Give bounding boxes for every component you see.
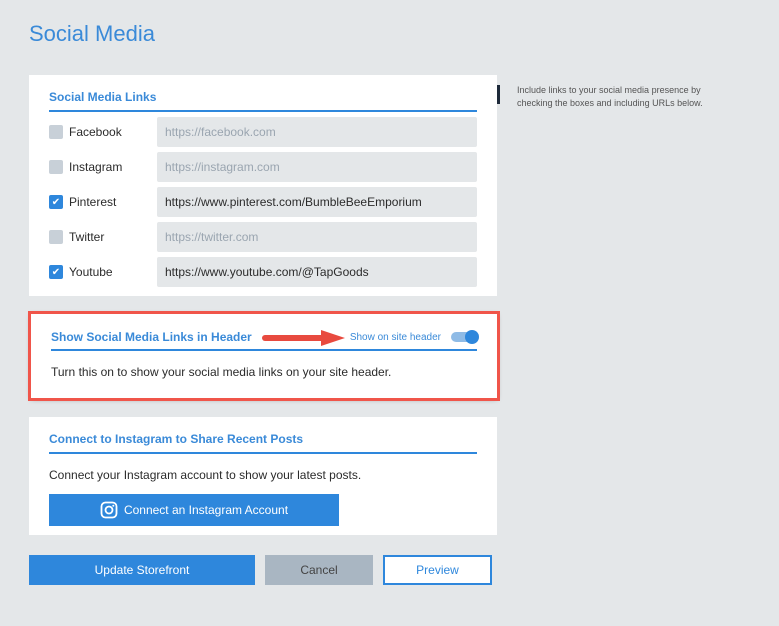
social-links-card: Social Media Links Facebook https://faceb… <box>29 75 497 296</box>
twitter-url-input[interactable]: https://twitter.com <box>157 222 477 252</box>
pinterest-url-input[interactable]: https://www.pinterest.com/BumbleBeeEmpor… <box>157 187 477 217</box>
social-link-row-twitter: Twitter https://twitter.com <box>49 222 477 252</box>
connect-instagram-button[interactable]: Connect an Instagram Account <box>49 494 339 526</box>
youtube-url-input[interactable]: https://www.youtube.com/@TapGoods <box>157 257 477 287</box>
instagram-url-input[interactable]: https://instagram.com <box>157 152 477 182</box>
instagram-checkbox[interactable] <box>49 160 63 174</box>
facebook-checkbox[interactable] <box>49 125 63 139</box>
instagram-icon <box>100 501 118 519</box>
annotation-arrow-icon <box>262 330 345 346</box>
section-heading: Social Media Links <box>49 90 477 112</box>
link-label: Youtube <box>69 265 113 279</box>
header-links-card: Show Social Media Links in Header Show o… <box>28 311 500 401</box>
section-description: Connect your Instagram account to show y… <box>49 468 362 482</box>
link-label: Twitter <box>69 230 105 244</box>
help-text: Include links to your social media prese… <box>497 85 737 108</box>
link-label: Instagram <box>69 160 123 174</box>
social-link-row-instagram: Instagram https://instagram.com <box>49 152 477 182</box>
social-link-row-facebook: Facebook https://facebook.com <box>49 117 477 147</box>
instagram-card: Connect to Instagram to Share Recent Pos… <box>29 417 497 535</box>
cancel-button[interactable]: Cancel <box>265 555 373 585</box>
social-link-row-youtube: ✔ Youtube https://www.youtube.com/@TapGood… <box>49 257 477 287</box>
facebook-url-input[interactable]: https://facebook.com <box>157 117 477 147</box>
social-link-row-pinterest: ✔ Pinterest https://www.pinterest.com/Bumb… <box>49 187 477 217</box>
show-header-toggle[interactable] <box>451 330 479 344</box>
section-description: Turn this on to show your social media l… <box>51 365 392 379</box>
toggle-label: Show on site header <box>349 331 441 343</box>
twitter-checkbox[interactable] <box>49 230 63 244</box>
link-label: Facebook <box>69 125 122 139</box>
link-label: Pinterest <box>69 195 117 209</box>
page-title: Social Media <box>29 21 155 46</box>
preview-button[interactable]: Preview <box>383 555 492 585</box>
update-storefront-button[interactable]: Update Storefront <box>29 555 255 585</box>
youtube-checkbox[interactable]: ✔ <box>49 265 63 279</box>
pinterest-checkbox[interactable]: ✔ <box>49 195 63 209</box>
section-heading: Connect to Instagram to Share Recent Pos… <box>49 432 477 454</box>
